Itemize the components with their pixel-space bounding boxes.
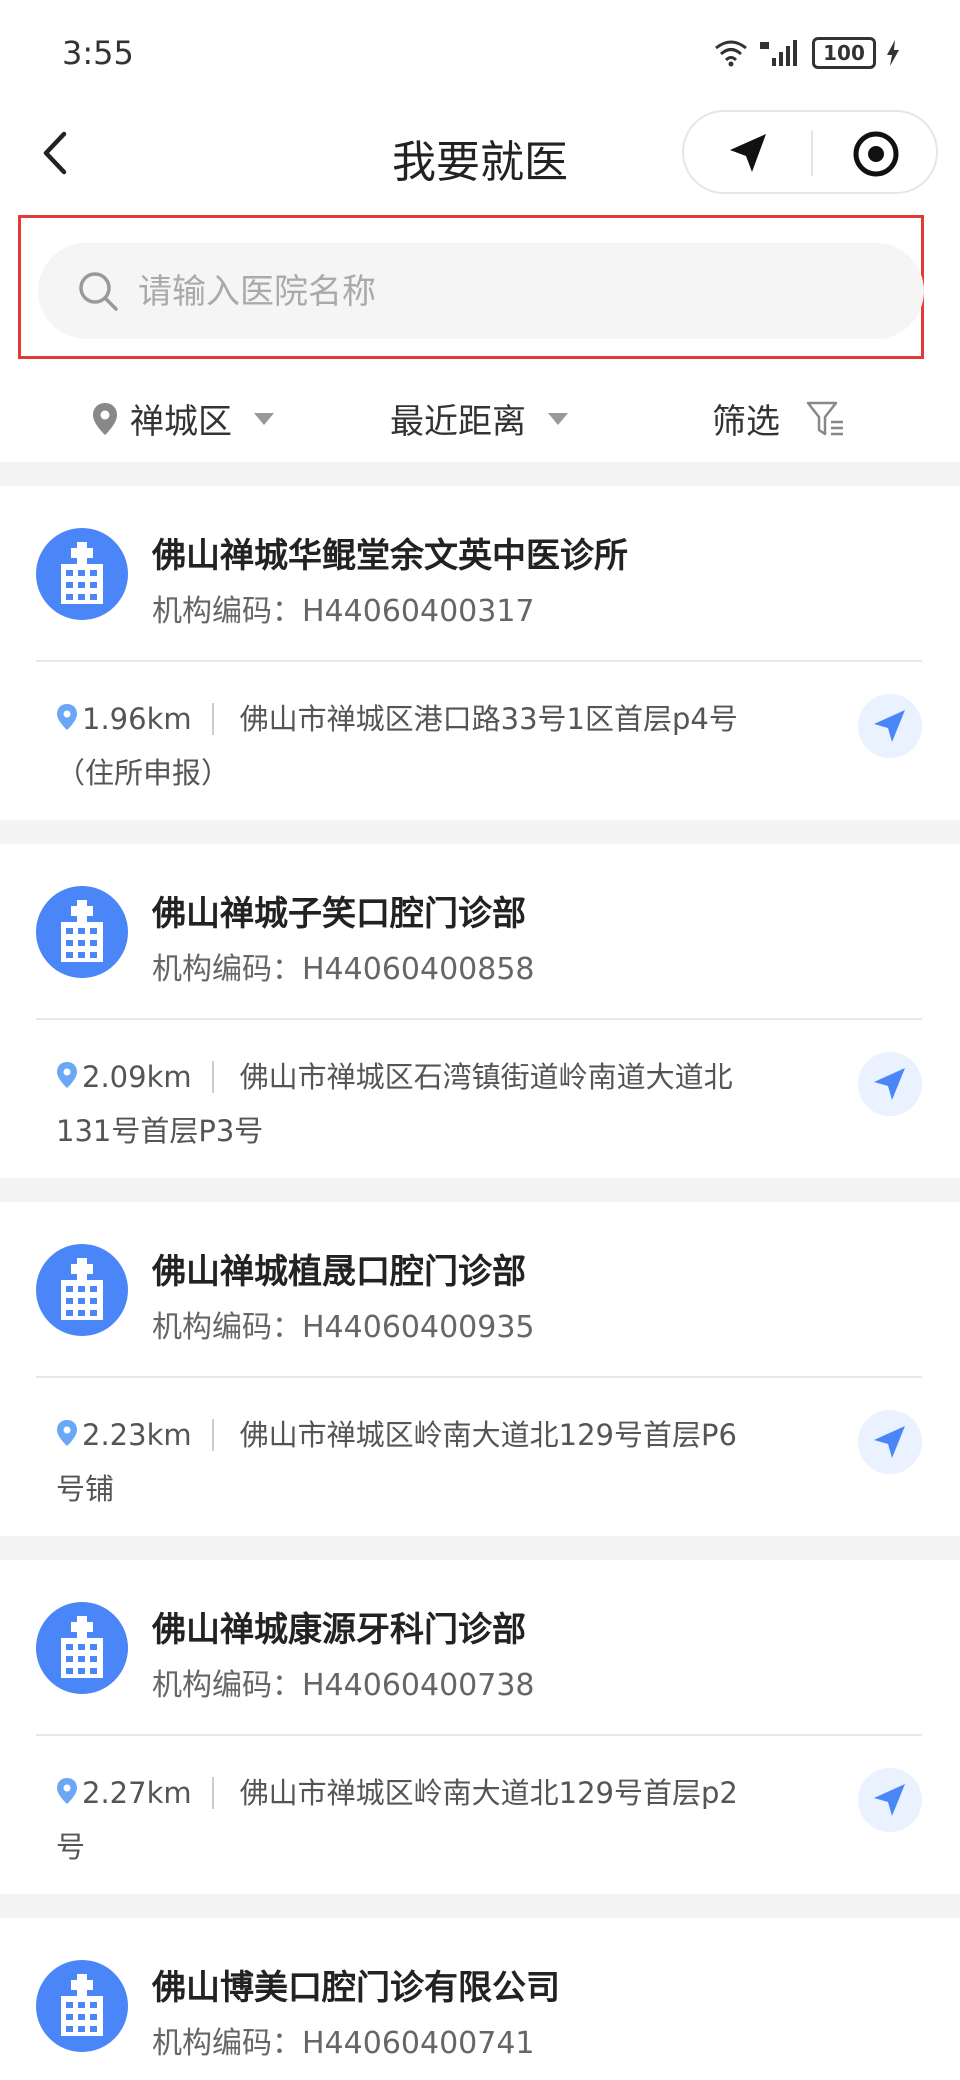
hospital-code: 机构编码：H44060400738 [152, 1660, 535, 1704]
hospital-building-icon [36, 886, 128, 978]
hospital-building-icon [36, 528, 128, 620]
code-label: 机构编码： [152, 952, 302, 987]
navigate-button[interactable] [858, 1410, 922, 1474]
navigate-icon [874, 1426, 905, 1458]
hospital-code: 机构编码：H44060400935 [152, 1302, 535, 1346]
hospital-code: 机构编码：H44060400741 [152, 2018, 535, 2062]
hospital-name: 佛山禅城子笑口腔门诊部 [152, 894, 526, 934]
card-divider [36, 660, 922, 662]
code-value: H44060400738 [302, 1668, 535, 1703]
code-value: H44060400741 [302, 2026, 535, 2061]
separator [211, 1419, 214, 1451]
address-block: 2.23km 佛山市禅城区岭南大道北129号首层P6号铺 [56, 1408, 756, 1516]
mini-program-capsule [682, 110, 938, 194]
charging-bolt-icon [887, 40, 899, 66]
distance: 2.09km [82, 1060, 192, 1094]
hospital-card[interactable]: 佛山禅城华鲲堂余文英中医诊所 机构编码：H44060400317 1.96km 佛… [0, 486, 960, 820]
separator [211, 1777, 214, 1809]
navigate-button[interactable] [858, 694, 922, 758]
hospital-card[interactable]: 佛山禅城子笑口腔门诊部 机构编码：H44060400858 2.09km 佛山市禅… [0, 844, 960, 1178]
district-filter[interactable]: 禅城区 [92, 394, 274, 443]
hospital-building-icon [36, 1602, 128, 1694]
code-label: 机构编码： [152, 2026, 302, 2061]
cell-signal-icon [760, 40, 797, 66]
distance: 2.23km [82, 1418, 192, 1452]
sort-filter[interactable]: 最近距离 [390, 394, 568, 443]
card-divider [36, 1734, 922, 1736]
more-filter[interactable]: 筛选 [712, 394, 846, 443]
hospital-code: 机构编码：H44060400858 [152, 944, 535, 988]
code-value: H44060400858 [302, 952, 535, 987]
map-pin-icon [57, 1420, 77, 1446]
filter-bar: 禅城区 最近距离 筛选 [0, 380, 960, 460]
section-gap [0, 820, 960, 844]
section-gap [0, 1894, 960, 1918]
wifi-icon [715, 40, 747, 67]
status-time: 3:55 [62, 34, 134, 72]
card-divider [36, 1376, 922, 1378]
nav-bar: 我要就医 [0, 100, 960, 210]
hospital-name: 佛山禅城华鲲堂余文英中医诊所 [152, 536, 628, 576]
code-label: 机构编码： [152, 1668, 302, 1703]
filter-funnel-icon [806, 401, 843, 435]
map-pin-icon [57, 1778, 77, 1804]
card-divider [36, 1018, 922, 1020]
search-box[interactable] [38, 243, 924, 339]
status-bar: 3:55 100 [0, 0, 960, 100]
map-pin-icon [57, 704, 77, 730]
address-block: 2.09km 佛山市禅城区石湾镇街道岭南道大道北131号首层P3号 [56, 1050, 756, 1158]
hospital-building-icon [36, 1960, 128, 2052]
chevron-down-icon [548, 412, 568, 425]
separator [211, 1061, 214, 1093]
hospital-name: 佛山禅城康源牙科门诊部 [152, 1610, 526, 1650]
navigate-button[interactable] [858, 1052, 922, 1116]
address-block: 1.96km 佛山市禅城区港口路33号1区首层p4号（住所申报） [56, 692, 756, 800]
section-gap [0, 1178, 960, 1202]
address-block: 2.27km 佛山市禅城区岭南大道北129号首层p2号 [56, 1766, 756, 1874]
district-filter-label: 禅城区 [130, 402, 232, 442]
section-gap [0, 1536, 960, 1560]
location-arrow-icon[interactable] [720, 126, 776, 182]
hospital-card[interactable]: 佛山禅城康源牙科门诊部 机构编码：H44060400738 2.27km 佛山市禅… [0, 1560, 960, 1894]
battery-indicator: 100 [812, 37, 876, 69]
hospital-code: 机构编码：H44060400317 [152, 586, 535, 630]
navigate-icon [874, 1068, 905, 1100]
chevron-down-icon [254, 412, 274, 425]
capsule-divider [811, 130, 813, 176]
section-gap [0, 462, 960, 486]
more-filter-label: 筛选 [712, 402, 780, 442]
map-pin-icon [57, 1062, 77, 1088]
hospital-building-icon [36, 1244, 128, 1336]
code-value: H44060400317 [302, 594, 535, 629]
distance: 1.96km [82, 702, 192, 736]
hospital-name: 佛山博美口腔门诊有限公司 [152, 1968, 560, 2008]
separator [211, 703, 214, 735]
hospital-name: 佛山禅城植晟口腔门诊部 [152, 1252, 526, 1292]
status-icons: 100 [714, 36, 900, 70]
code-value: H44060400935 [302, 1310, 535, 1345]
sort-filter-label: 最近距离 [390, 402, 526, 442]
map-pin-icon [93, 402, 117, 435]
hospital-card[interactable]: 佛山博美口腔门诊有限公司 机构编码：H44060400741 [0, 1918, 960, 2080]
hospital-card[interactable]: 佛山禅城植晟口腔门诊部 机构编码：H44060400935 2.23km 佛山市禅… [0, 1202, 960, 1536]
navigate-icon [874, 710, 905, 742]
distance: 2.27km [82, 1776, 192, 1810]
search-icon [79, 272, 118, 311]
code-label: 机构编码： [152, 594, 302, 629]
navigate-icon [874, 1784, 905, 1816]
code-label: 机构编码： [152, 1310, 302, 1345]
record-circle-icon[interactable] [848, 126, 904, 182]
navigate-button[interactable] [858, 1768, 922, 1832]
search-input[interactable] [136, 263, 840, 321]
